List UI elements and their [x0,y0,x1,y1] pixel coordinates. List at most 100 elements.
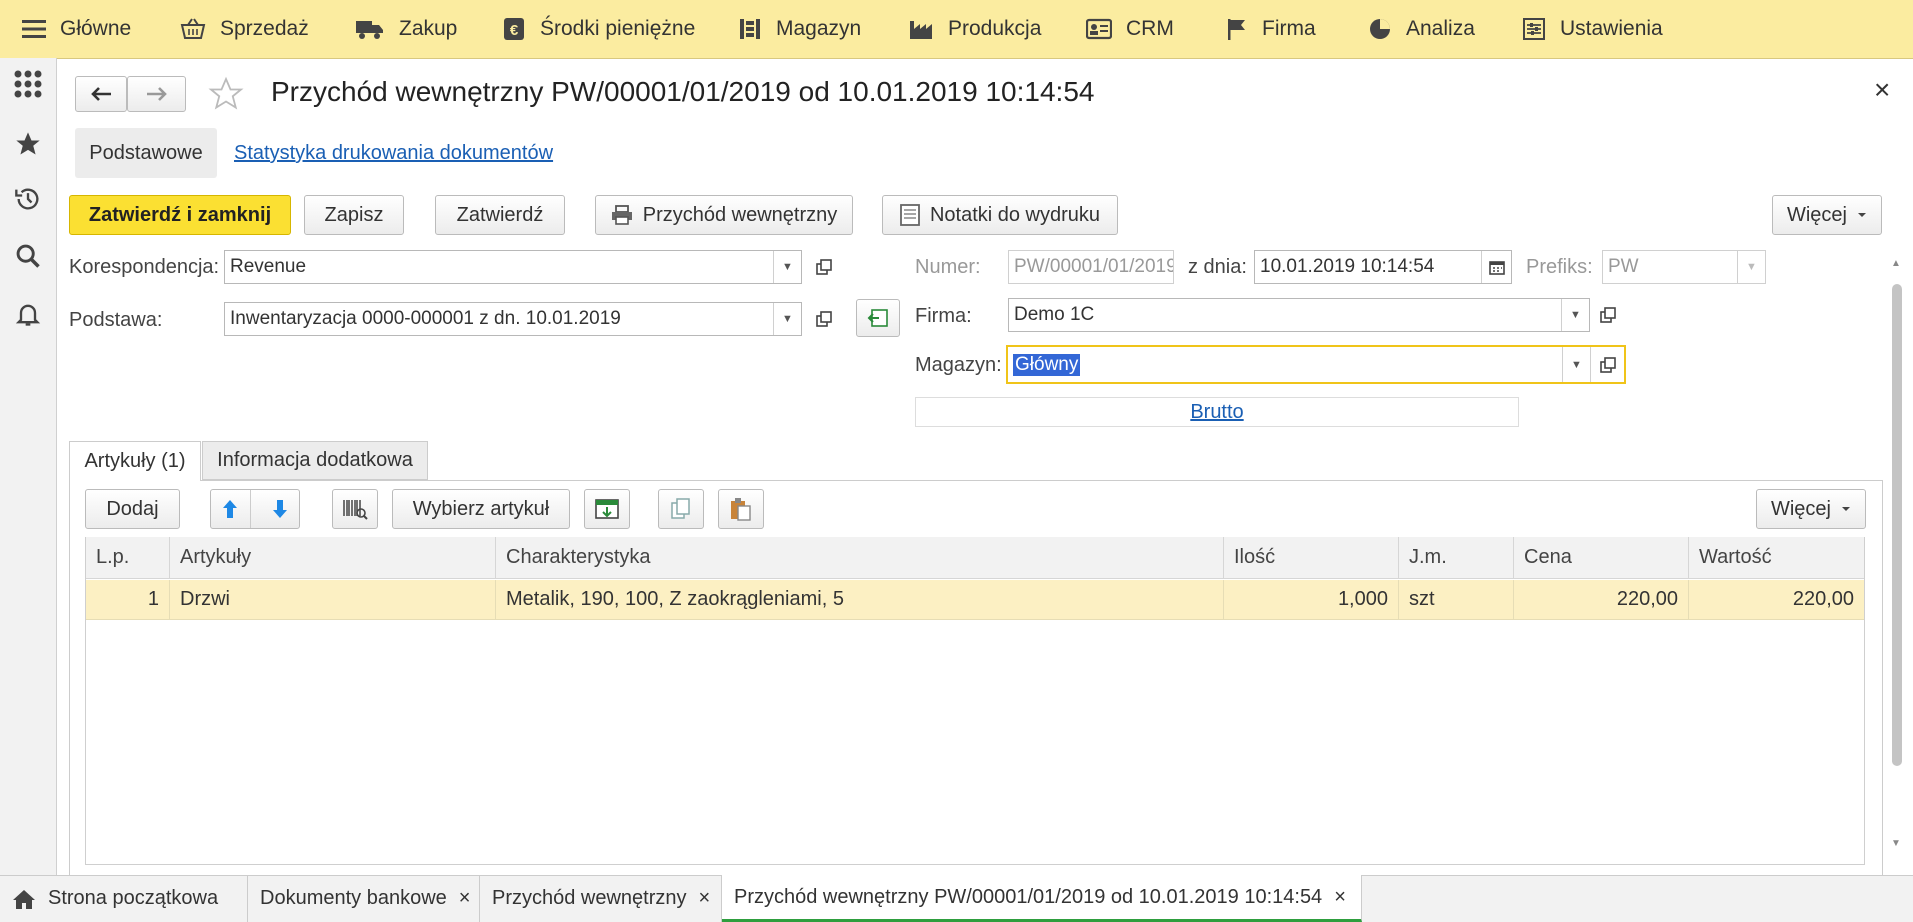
table-cell-lp[interactable]: 1 [86,580,170,620]
copy-button[interactable] [658,489,704,529]
column-header-unit[interactable]: J.m. [1399,537,1514,579]
tab-bank-documents[interactable]: Dokumenty bankowe × [248,875,480,922]
scroll-down-arrow[interactable]: ▼ [1891,838,1905,849]
table-cell-item[interactable]: Drzwi [170,580,496,620]
chevron-down-icon[interactable]: ▼ [1562,347,1590,382]
post-and-close-button[interactable]: Zatwierdź i zamknij [69,195,291,235]
menu-item-sales[interactable]: Sprzedaż [180,0,309,58]
coins-icon: € [504,18,524,40]
column-header-quantity[interactable]: Ilość [1224,537,1399,579]
table-more-button[interactable]: Więcej [1756,489,1866,529]
fill-table-button[interactable] [584,489,630,529]
menu-item-settings[interactable]: Ustawienia [1522,0,1663,58]
close-icon[interactable]: × [699,887,711,910]
fill-from-basis-button[interactable] [856,299,900,337]
add-row-button[interactable]: Dodaj [85,489,180,529]
open-icon[interactable] [810,302,838,336]
korespondencja-field[interactable]: Revenue ▼ [224,250,802,284]
menu-item-purchase[interactable]: Zakup [355,0,457,58]
bell-icon[interactable] [12,298,44,330]
column-header-value[interactable]: Wartość [1689,537,1864,579]
menu-item-cash[interactable]: € Środki pieniężne [502,0,695,58]
column-header-price[interactable]: Cena [1514,537,1689,579]
calendar-icon[interactable] [1481,251,1511,283]
select-item-button[interactable]: Wybierz artykuł [392,489,570,529]
menu-item-label: Zakup [399,17,458,40]
numer-field[interactable]: PW/00001/01/2019 [1008,250,1174,284]
tab-print-statistics[interactable]: Statystyka drukowania dokumentów [234,142,553,165]
open-icon[interactable] [810,250,838,284]
close-icon[interactable]: × [459,887,471,910]
menu-item-crm[interactable]: CRM [1086,0,1174,58]
menu-item-label: Produkcja [948,17,1042,40]
table-fill-icon [595,499,619,519]
menu-item-company[interactable]: Firma [1226,0,1316,58]
podstawa-label: Podstawa: [69,309,163,331]
search-icon[interactable] [12,240,44,272]
top-menu-bar: Główne Sprzedaż Zakup € Środki pieniężne… [0,0,1913,59]
menu-item-label: Magazyn [776,17,862,40]
menu-item-label: Główne [60,17,132,40]
firma-field[interactable]: Demo 1C ▼ [1008,298,1590,332]
tab-current-document[interactable]: Przychód wewnętrzny PW/00001/01/2019 od … [722,875,1362,922]
post-button[interactable]: Zatwierdź [435,195,565,235]
table-cell-unit[interactable]: szt [1399,580,1514,620]
chevron-down-icon[interactable]: ▼ [773,303,801,335]
scrollbar-thumb[interactable] [1892,284,1902,766]
close-icon[interactable]: × [1334,886,1346,909]
tab-internal-receipt-list[interactable]: Przychód wewnętrzny × [480,875,722,922]
open-icon[interactable] [1590,347,1624,382]
truck-icon [356,21,383,39]
star-icon[interactable] [12,128,44,160]
menu-item-label: Firma [1262,17,1316,40]
save-button[interactable]: Zapisz [304,195,404,235]
firma-label: Firma: [915,305,972,327]
magazyn-field[interactable]: Główny ▼ [1006,345,1626,384]
menu-item-production[interactable]: Produkcja [908,0,1041,58]
tab-home-label: Strona początkowa [48,887,219,909]
more-button[interactable]: Więcej [1772,195,1882,235]
print-notes-button[interactable]: Notatki do wydruku [882,195,1118,235]
column-header-characteristic[interactable]: Charakterystyka [496,537,1224,579]
back-button[interactable] [75,76,127,112]
favorite-star-icon[interactable] [208,76,244,112]
svg-text:€: € [510,22,519,39]
scroll-up-arrow[interactable]: ▲ [1891,258,1905,269]
barcode-button[interactable] [332,489,378,529]
table-cell-value[interactable]: 220,00 [1689,580,1864,620]
podstawa-value: Inwentaryzacja 0000-000001 z dn. 10.01.2… [230,308,621,329]
column-header-lp[interactable]: L.p. [86,537,170,579]
date-field[interactable]: 10.01.2019 10:14:54 [1254,250,1512,284]
move-up-button[interactable] [211,490,251,528]
podstawa-field[interactable]: Inwentaryzacja 0000-000001 z dn. 10.01.2… [224,302,802,336]
move-down-button[interactable] [261,490,300,528]
tab-basic[interactable]: Podstawowe [75,128,217,178]
forward-button[interactable] [127,76,186,112]
tab-additional-info[interactable]: Informacja dodatkowa [202,441,428,480]
prefix-field[interactable]: PW ▼ [1602,250,1766,284]
tab-items[interactable]: Artykuły (1) [69,441,201,481]
pie-chart-icon [1370,19,1390,39]
apps-grid-icon[interactable] [12,68,44,100]
paste-button[interactable] [718,489,764,529]
chevron-down-icon[interactable]: ▼ [1737,251,1765,283]
chevron-down-icon[interactable]: ▼ [773,251,801,283]
table-cell-characteristic[interactable]: Metalik, 190, 100, Z zaokrągleniami, 5 [496,580,1224,620]
brutto-link[interactable]: Brutto [1190,401,1243,424]
prefix-value: PW [1608,256,1639,277]
table-cell-price[interactable]: 220,00 [1514,580,1689,620]
print-internal-receipt-button[interactable]: Przychód wewnętrzny [595,195,853,235]
chevron-down-icon[interactable]: ▼ [1561,299,1589,331]
history-icon[interactable] [12,183,44,215]
menu-item-warehouse[interactable]: Magazyn [738,0,861,58]
warehouse-icon [740,19,760,39]
open-icon[interactable] [1594,298,1622,332]
menu-item-analysis[interactable]: Analiza [1368,0,1475,58]
table-cell-quantity[interactable]: 1,000 [1224,580,1399,620]
tab-home[interactable]: Strona początkowa [0,875,248,922]
menu-item-main[interactable]: Główne [22,0,131,58]
date-label: z dnia: [1188,256,1247,278]
column-header-item[interactable]: Artykuły [170,537,496,579]
close-icon[interactable]: × [1874,74,1890,106]
settings-list-icon [1523,18,1545,40]
